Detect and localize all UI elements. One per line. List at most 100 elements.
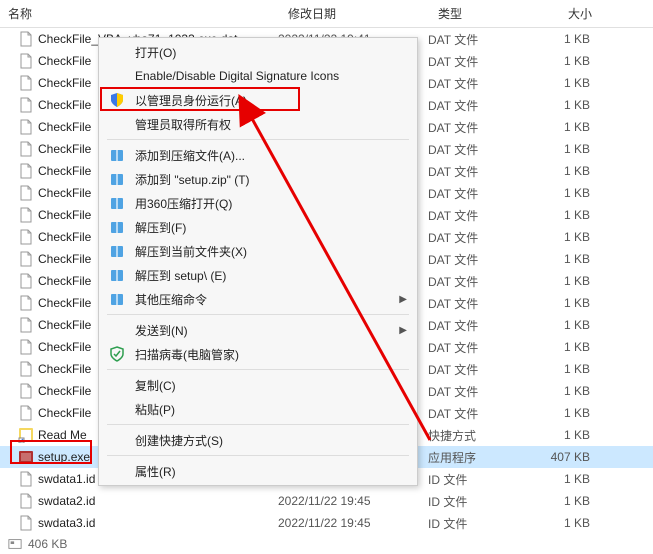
- menu-item[interactable]: 创建快捷方式(S): [99, 428, 417, 452]
- menu-icon-blank: [107, 322, 127, 338]
- menu-item[interactable]: 解压到(F): [99, 215, 417, 239]
- file-type: ID 文件: [428, 515, 518, 532]
- file-icon: [18, 141, 34, 157]
- menu-label: 解压到 setup\ (E): [135, 267, 389, 284]
- file-date: 2022/11/22 19:45: [278, 494, 428, 508]
- menu-label: 创建快捷方式(S): [135, 432, 389, 449]
- file-icon: [18, 229, 34, 245]
- file-type: 应用程序: [428, 449, 518, 466]
- zip-icon: [107, 219, 127, 235]
- menu-label: 添加到压缩文件(A)...: [135, 147, 389, 164]
- file-icon: [18, 405, 34, 421]
- menu-item[interactable]: Enable/Disable Digital Signature Icons: [99, 64, 417, 88]
- col-size[interactable]: 大小: [520, 5, 600, 22]
- file-size: 1 KB: [518, 296, 598, 310]
- file-icon: [18, 449, 34, 465]
- file-size: 1 KB: [518, 54, 598, 68]
- menu-item[interactable]: 管理员取得所有权: [99, 112, 417, 136]
- file-name: swdata3.id: [38, 516, 278, 530]
- file-icon: [18, 339, 34, 355]
- col-name[interactable]: 名称: [0, 5, 280, 22]
- file-size: 1 KB: [518, 362, 598, 376]
- file-size: 1 KB: [518, 472, 598, 486]
- col-type[interactable]: 类型: [430, 5, 520, 22]
- menu-item[interactable]: 发送到(N) ▶: [99, 318, 417, 342]
- menu-item[interactable]: 复制(C): [99, 373, 417, 397]
- file-size: 1 KB: [518, 32, 598, 46]
- menu-separator: [107, 314, 409, 315]
- menu-icon-blank: [107, 463, 127, 479]
- file-type: DAT 文件: [428, 207, 518, 224]
- file-size: 1 KB: [518, 494, 598, 508]
- menu-label: 解压到(F): [135, 219, 389, 236]
- file-size: 1 KB: [518, 164, 598, 178]
- file-type: ID 文件: [428, 493, 518, 510]
- file-type: DAT 文件: [428, 53, 518, 70]
- file-icon: [18, 471, 34, 487]
- menu-item[interactable]: 以管理员身份运行(A): [99, 88, 417, 112]
- zip-icon: [107, 267, 127, 283]
- file-size: 1 KB: [518, 384, 598, 398]
- menu-item[interactable]: 解压到当前文件夹(X): [99, 239, 417, 263]
- file-type: DAT 文件: [428, 141, 518, 158]
- file-icon: [18, 163, 34, 179]
- menu-icon-blank: [107, 432, 127, 448]
- file-icon: [18, 97, 34, 113]
- file-icon: [18, 317, 34, 333]
- menu-item[interactable]: 扫描病毒(电脑管家): [99, 342, 417, 366]
- menu-label: 扫描病毒(电脑管家): [135, 346, 389, 363]
- file-icon: [18, 185, 34, 201]
- menu-item[interactable]: 用360压缩打开(Q): [99, 191, 417, 215]
- menu-item[interactable]: 添加到 "setup.zip" (T): [99, 167, 417, 191]
- menu-label: 添加到 "setup.zip" (T): [135, 171, 389, 188]
- file-icon: [18, 515, 34, 531]
- menu-item[interactable]: 粘贴(P): [99, 397, 417, 421]
- column-header[interactable]: 名称 修改日期 类型 大小: [0, 0, 653, 28]
- file-icon: [18, 207, 34, 223]
- file-icon: [18, 295, 34, 311]
- file-type: 快捷方式: [428, 427, 518, 444]
- file-size: 1 KB: [518, 340, 598, 354]
- file-size: 1 KB: [518, 142, 598, 156]
- menu-label: 解压到当前文件夹(X): [135, 243, 389, 260]
- file-type: DAT 文件: [428, 119, 518, 136]
- zip-icon: [107, 195, 127, 211]
- scan-icon: [107, 346, 127, 362]
- file-row[interactable]: swdata3.id2022/11/22 19:45ID 文件1 KB: [0, 512, 653, 534]
- zip-icon: [107, 243, 127, 259]
- menu-label: 其他压缩命令: [135, 291, 389, 308]
- file-size: 1 KB: [518, 98, 598, 112]
- menu-label: 发送到(N): [135, 322, 389, 339]
- file-row[interactable]: swdata2.id2022/11/22 19:45ID 文件1 KB: [0, 490, 653, 512]
- chevron-right-icon: ▶: [399, 325, 407, 336]
- status-text: 406 KB: [28, 537, 67, 551]
- menu-item[interactable]: 其他压缩命令▶: [99, 287, 417, 311]
- file-type: DAT 文件: [428, 229, 518, 246]
- file-type: DAT 文件: [428, 75, 518, 92]
- menu-separator: [107, 139, 409, 140]
- zip-icon: [107, 171, 127, 187]
- disk-icon: [8, 537, 22, 551]
- menu-item[interactable]: 打开(O): [99, 40, 417, 64]
- file-size: 1 KB: [518, 208, 598, 222]
- file-size: 1 KB: [518, 120, 598, 134]
- col-date[interactable]: 修改日期: [280, 5, 430, 22]
- menu-item[interactable]: 添加到压缩文件(A)...: [99, 143, 417, 167]
- file-type: DAT 文件: [428, 383, 518, 400]
- file-type: DAT 文件: [428, 317, 518, 334]
- menu-label: 复制(C): [135, 377, 389, 394]
- file-icon: [18, 383, 34, 399]
- file-type: DAT 文件: [428, 31, 518, 48]
- file-type: DAT 文件: [428, 97, 518, 114]
- file-size: 1 KB: [518, 76, 598, 90]
- file-type: DAT 文件: [428, 251, 518, 268]
- menu-item[interactable]: 属性(R): [99, 459, 417, 483]
- file-type: DAT 文件: [428, 339, 518, 356]
- file-size: 1 KB: [518, 428, 598, 442]
- menu-label: 管理员取得所有权: [135, 116, 389, 133]
- context-menu[interactable]: 打开(O)Enable/Disable Digital Signature Ic…: [98, 37, 418, 486]
- file-icon: [18, 119, 34, 135]
- menu-item[interactable]: 解压到 setup\ (E): [99, 263, 417, 287]
- file-icon: [18, 427, 34, 443]
- menu-icon-blank: [107, 68, 127, 84]
